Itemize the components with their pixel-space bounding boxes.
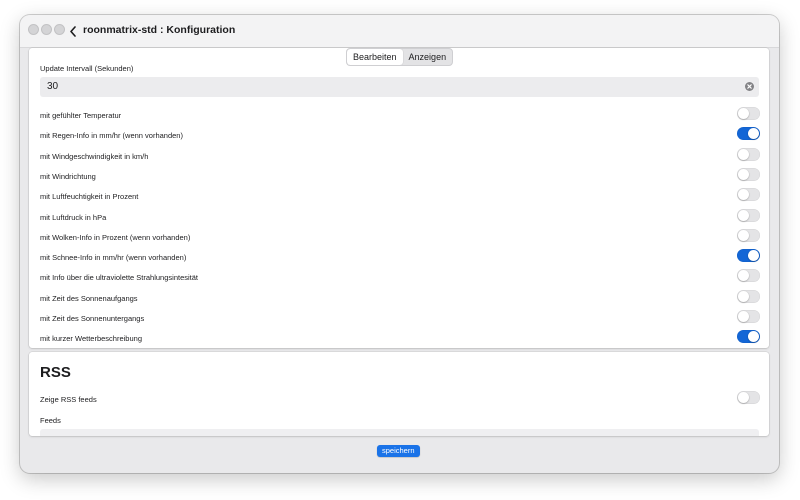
option-label: mit Luftdruck in hPa [40, 212, 107, 222]
option-row: mit Info über die ultraviolette Strahlun… [29, 268, 769, 288]
option-label: mit Info über die ultraviolette Strahlun… [40, 273, 199, 283]
option-label: mit kurzer Wetterbeschreibung [40, 334, 142, 344]
option-row: mit Zeit des Sonnenuntergangs [29, 309, 769, 329]
title-bar: roonmatrix-std : Konfiguration [20, 15, 779, 48]
option-toggle[interactable] [737, 269, 760, 283]
option-toggle[interactable] [737, 188, 760, 202]
toggle-knob [738, 189, 749, 201]
toggle-knob [738, 209, 749, 221]
option-row: mit kurzer Wetterbeschreibung [29, 329, 769, 349]
window-title: roonmatrix-std : Konfiguration [83, 24, 236, 36]
toggle-knob [748, 250, 759, 262]
tab-anzeigen[interactable]: Anzeigen [403, 49, 453, 65]
option-toggle[interactable] [737, 289, 760, 303]
toggle-knob [738, 148, 749, 160]
option-row: mit Schnee-Info in mm/hr (wenn vorhanden… [29, 248, 769, 268]
minimize-window-button[interactable] [41, 24, 52, 35]
option-row: mit Windgeschwindigkeit in km/h [29, 147, 769, 167]
interval-value: 30 [47, 81, 59, 92]
option-label: mit Windrichtung [40, 171, 96, 181]
option-label: mit Schnee-Info in mm/hr (wenn vorhanden… [40, 253, 187, 263]
option-row: mit Luftfeuchtigkeit in Prozent [29, 187, 769, 207]
clear-icon[interactable] [745, 82, 754, 91]
option-row: mit Wolken-Info in Prozent (wenn vorhand… [29, 228, 769, 248]
option-row: mit Windrichtung [29, 167, 769, 187]
toggle-knob [738, 108, 749, 119]
zoom-window-button[interactable] [54, 24, 65, 35]
option-toggle[interactable] [737, 249, 760, 263]
rss-heading: RSS [40, 364, 71, 381]
option-toggle[interactable] [737, 167, 760, 181]
weather-settings-panel: Update Intervall (Sekunden) 30 mit gefüh… [29, 48, 769, 348]
option-row: mit gefühlter Temperatur [29, 106, 769, 126]
chevron-left-icon [70, 25, 76, 37]
feeds-input[interactable] [40, 429, 759, 436]
toggle-knob [738, 270, 749, 282]
option-toggle[interactable] [737, 330, 760, 344]
rss-toggle-row: Zeige RSS feeds [29, 390, 769, 410]
option-toggle[interactable] [737, 107, 760, 120]
toggle-knob [738, 168, 749, 180]
tab-bearbeiten[interactable]: Bearbeiten [347, 49, 403, 65]
option-toggle[interactable] [737, 147, 760, 161]
app-window: roonmatrix-std : Konfiguration Update In… [20, 15, 779, 473]
option-label: mit gefühlter Temperatur [40, 111, 122, 120]
option-toggle[interactable] [737, 228, 760, 242]
option-label: mit Zeit des Sonnenaufgangs [40, 293, 138, 303]
toggle-knob [748, 331, 759, 343]
option-label: mit Wolken-Info in Prozent (wenn vorhand… [40, 232, 191, 242]
option-label: mit Zeit des Sonnenuntergangs [40, 314, 145, 323]
toggle-knob [738, 229, 749, 241]
rss-toggle-label: Zeige RSS feeds [40, 395, 97, 404]
option-row: mit Luftdruck in hPa [29, 208, 769, 228]
toggle-knob [748, 128, 759, 140]
toggle-knob [738, 311, 749, 322]
option-toggle[interactable] [737, 310, 760, 323]
option-toggle[interactable] [737, 127, 760, 141]
toggle-knob [738, 392, 749, 403]
x-mark-icon [747, 84, 752, 89]
interval-label: Update Intervall (Sekunden) [40, 64, 134, 73]
interval-input[interactable]: 30 [40, 77, 759, 97]
mode-segmented-control: Bearbeiten Anzeigen [346, 48, 454, 66]
rss-toggle[interactable] [737, 391, 760, 404]
option-label: mit Luftfeuchtigkeit in Prozent [40, 192, 139, 202]
toggle-knob [738, 290, 749, 302]
back-button[interactable] [67, 23, 79, 39]
option-toggle[interactable] [737, 208, 760, 222]
option-row: mit Regen-Info in mm/hr (wenn vorhanden) [29, 126, 769, 146]
save-button[interactable]: speichern [377, 445, 420, 457]
option-label: mit Windgeschwindigkeit in km/h [40, 151, 149, 161]
feeds-label: Feeds [40, 416, 61, 425]
option-row: mit Zeit des Sonnenaufgangs [29, 289, 769, 309]
rss-panel: RSS Zeige RSS feeds Feeds [29, 352, 769, 436]
close-window-button[interactable] [28, 24, 39, 35]
option-label: mit Regen-Info in mm/hr (wenn vorhanden) [40, 131, 183, 141]
